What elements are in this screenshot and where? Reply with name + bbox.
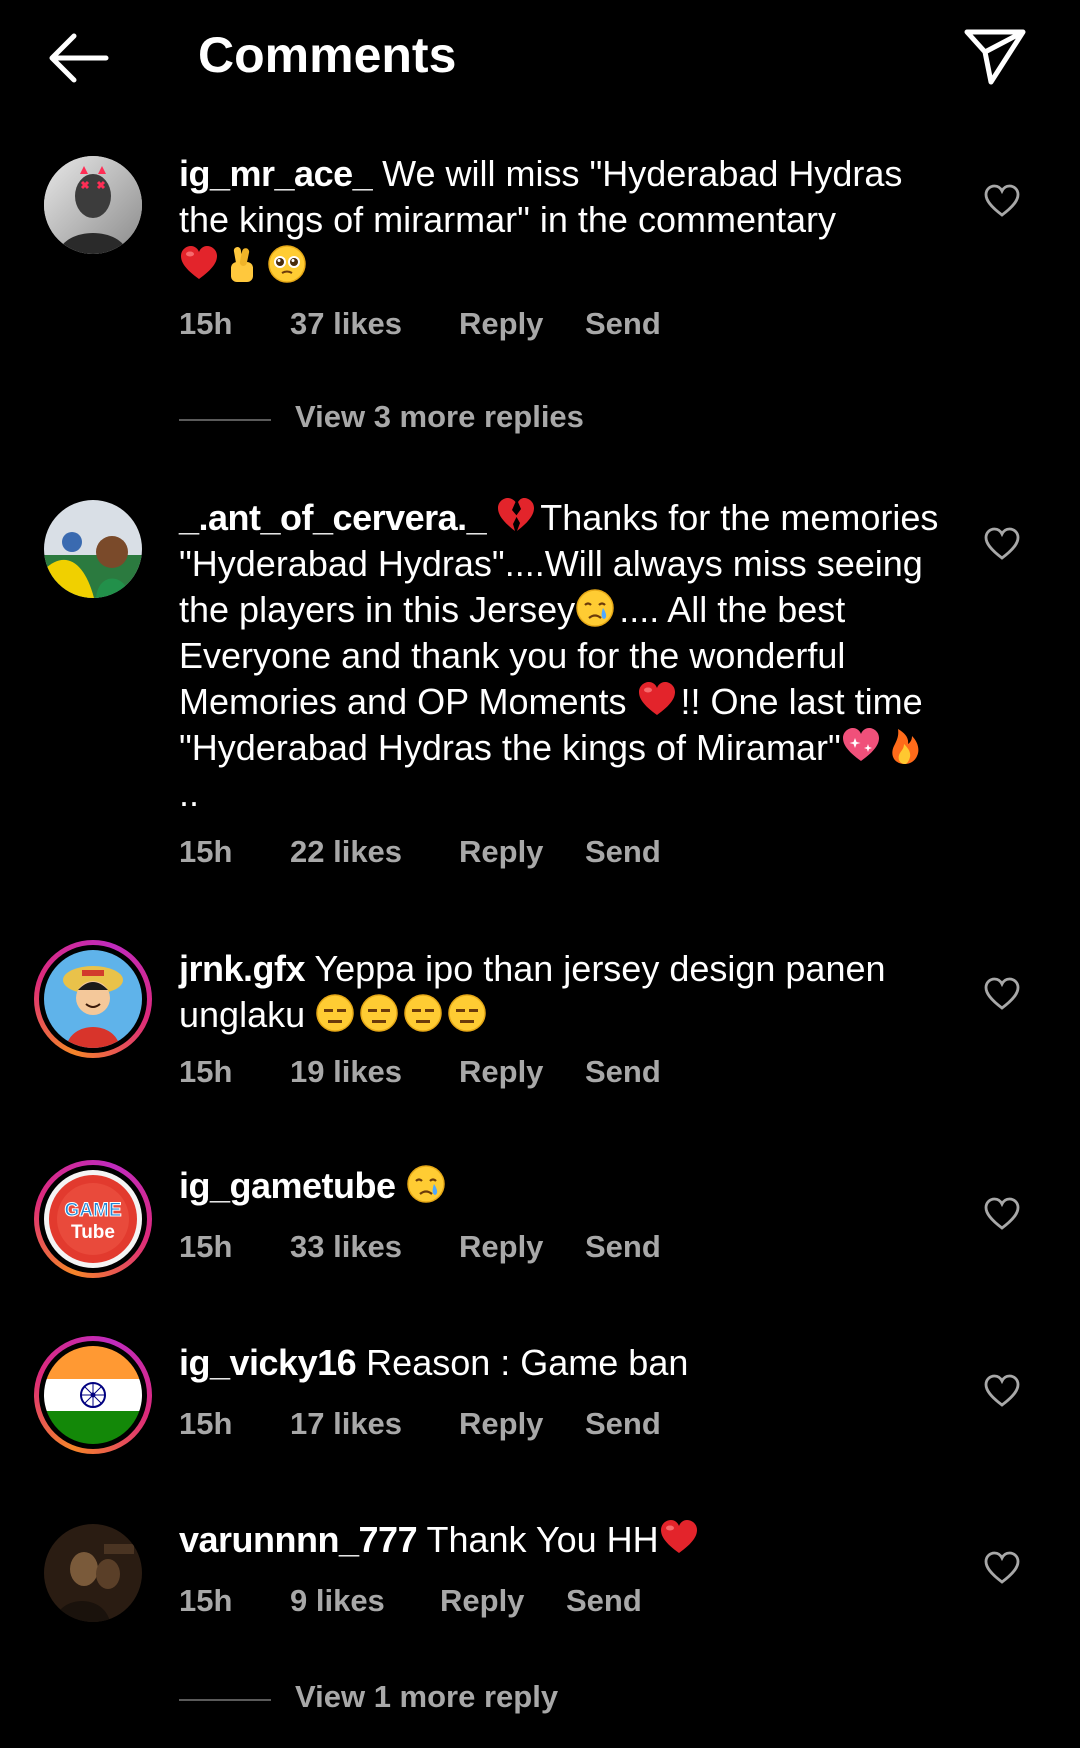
comment-body: ig_vicky16 Reason : Game ban — [179, 1340, 949, 1386]
send-button[interactable]: Send — [585, 306, 661, 342]
avatar[interactable] — [34, 1336, 152, 1454]
crying-face-emoji — [406, 1164, 446, 1204]
heart-icon — [984, 1197, 1020, 1230]
heart-icon — [984, 1551, 1020, 1584]
like-button[interactable] — [984, 184, 1020, 218]
crossed-fingers-emoji — [223, 244, 263, 284]
expressionless-face-emoji — [359, 993, 399, 1033]
avatar[interactable] — [44, 156, 142, 254]
red-heart-emoji — [659, 1518, 699, 1558]
broken-heart-emoji — [496, 496, 536, 536]
like-button[interactable] — [984, 1551, 1020, 1585]
reply-button[interactable]: Reply — [459, 834, 543, 870]
comment-body: jrnk.gfx Yeppa ipo than jersey design pa… — [179, 946, 949, 1038]
comment-username[interactable]: ig_vicky16 — [179, 1342, 357, 1383]
page-title: Comments — [198, 27, 457, 83]
avatar[interactable] — [44, 1524, 142, 1622]
heart-icon — [984, 1374, 1020, 1407]
comment-time: 15h — [179, 1229, 233, 1264]
avatar[interactable] — [44, 500, 142, 598]
comment-time: 15h — [179, 1583, 233, 1618]
expressionless-face-emoji — [403, 993, 443, 1033]
reply-button[interactable]: Reply — [440, 1583, 524, 1619]
comment-likes[interactable]: 17 likes — [290, 1406, 402, 1442]
paper-plane-icon — [964, 29, 1026, 85]
send-button[interactable]: Send — [585, 1054, 661, 1090]
like-button[interactable] — [984, 1197, 1020, 1231]
arrow-left-icon — [49, 33, 109, 83]
comment-text: Reason : Game ban — [366, 1342, 689, 1383]
red-heart-emoji — [637, 680, 677, 720]
header-bar: Comments — [0, 0, 1080, 115]
like-button[interactable] — [984, 1374, 1020, 1408]
comment-username[interactable]: jrnk.gfx — [179, 948, 306, 989]
comment-body: ig_gametube — [179, 1163, 949, 1209]
comment-likes[interactable]: 37 likes — [290, 306, 402, 342]
comment-text: Thank You HH — [426, 1519, 659, 1560]
comment-time: 15h — [179, 1406, 233, 1441]
reply-button[interactable]: Reply — [459, 306, 543, 342]
comment-username[interactable]: _.ant_of_cervera._ — [179, 497, 487, 538]
send-button[interactable]: Send — [585, 1406, 661, 1442]
comment-likes[interactable]: 33 likes — [290, 1229, 402, 1265]
comment-time: 15h — [179, 306, 233, 341]
pleading-face-emoji — [267, 244, 307, 284]
avatar[interactable] — [34, 940, 152, 1058]
heart-icon — [984, 184, 1020, 217]
comment-username[interactable]: ig_gametube — [179, 1165, 396, 1206]
like-button[interactable] — [984, 977, 1020, 1011]
comment-time: 15h — [179, 834, 233, 869]
logo-text-tube: Tube — [71, 1222, 115, 1243]
fire-emoji — [885, 726, 925, 766]
heart-icon — [984, 977, 1020, 1010]
logo-text-game: GAME — [65, 1200, 122, 1221]
expressionless-face-emoji — [447, 993, 487, 1033]
reply-button[interactable]: Reply — [459, 1054, 543, 1090]
send-button[interactable]: Send — [566, 1583, 642, 1619]
comment-username[interactable]: ig_mr_ace_ — [179, 153, 373, 194]
comment-body: _.ant_of_cervera._ Thanks for the memori… — [179, 495, 949, 817]
divider — [179, 419, 271, 421]
sparkling-heart-emoji — [841, 726, 881, 766]
red-heart-emoji — [179, 244, 219, 284]
comment-body: ig_mr_ace_ We will miss "Hyderabad Hydra… — [179, 151, 949, 289]
comment-username[interactable]: varunnnn_777 — [179, 1519, 418, 1560]
back-button[interactable] — [38, 26, 118, 90]
avatar[interactable]: GAME Tube — [34, 1160, 152, 1278]
reply-button[interactable]: Reply — [459, 1229, 543, 1265]
expressionless-face-emoji — [315, 993, 355, 1033]
comment-likes[interactable]: 9 likes — [290, 1583, 385, 1619]
comment-likes[interactable]: 19 likes — [290, 1054, 402, 1090]
india-flag-icon — [44, 1346, 142, 1444]
crying-face-emoji — [575, 588, 615, 628]
comment-time: 15h — [179, 1054, 233, 1089]
comment-text: .. — [179, 773, 200, 814]
share-button[interactable] — [955, 24, 1035, 90]
send-button[interactable]: Send — [585, 1229, 661, 1265]
reply-button[interactable]: Reply — [459, 1406, 543, 1442]
divider — [179, 1699, 271, 1701]
comment-likes[interactable]: 22 likes — [290, 834, 402, 870]
comment-body: varunnnn_777 Thank You HH — [179, 1517, 949, 1563]
like-button[interactable] — [984, 527, 1020, 561]
send-button[interactable]: Send — [585, 834, 661, 870]
heart-icon — [984, 527, 1020, 560]
